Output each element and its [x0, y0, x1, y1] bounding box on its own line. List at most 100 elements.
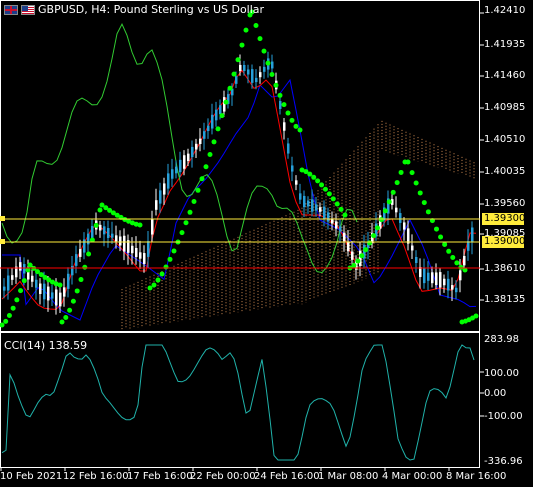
candle-body	[427, 272, 430, 281]
candle-body	[335, 221, 338, 229]
candle-body	[407, 228, 410, 244]
psar-dot	[355, 258, 361, 264]
psar-dot	[27, 262, 33, 268]
candle-body	[415, 257, 418, 263]
psar-dot	[473, 313, 479, 319]
candle-body	[195, 143, 198, 150]
candle-body	[399, 213, 402, 223]
psar-dot	[311, 174, 317, 180]
psar-dot	[438, 234, 444, 240]
psar-dot	[326, 191, 332, 197]
psar-dot	[375, 225, 380, 231]
candle-body	[287, 143, 290, 154]
candle-body	[99, 224, 102, 231]
candle-body	[279, 101, 282, 109]
psar-dot	[93, 222, 99, 228]
psar-dot	[67, 307, 73, 313]
psar-dot	[74, 288, 80, 294]
time-label: 4 Mar 00:00	[382, 471, 443, 482]
symbol-title: GBPUSD, H4: Pound Sterling vs US Dollar	[38, 3, 265, 16]
candle-body	[191, 146, 194, 158]
psar-dot	[223, 99, 229, 105]
candle-body	[251, 69, 254, 83]
psar-dot	[183, 220, 189, 226]
candle-body	[315, 204, 318, 211]
candle-body	[303, 195, 306, 208]
candle-body	[3, 286, 6, 291]
candle-body	[203, 131, 206, 139]
cci-label: CCI(14) 138.59	[4, 339, 88, 352]
candle-body	[83, 239, 86, 253]
psar-dot	[421, 200, 427, 206]
psar-dot	[235, 57, 241, 63]
price-label: 1.40985	[484, 102, 526, 113]
candle-body	[431, 272, 434, 284]
time-label: 22 Feb 00:00	[190, 471, 256, 482]
candle-body	[51, 292, 54, 299]
psar-dot	[70, 298, 76, 304]
psar-dot	[269, 72, 275, 78]
candle-body	[347, 241, 350, 252]
candle-body	[295, 180, 298, 185]
psar-dot	[59, 319, 65, 325]
price-label: 1.42410	[484, 5, 526, 16]
psar-dot	[417, 190, 423, 196]
candle-body	[183, 155, 186, 169]
psar-dot	[338, 206, 344, 212]
psar-dot	[398, 169, 404, 175]
psar-dot	[253, 23, 259, 29]
psar-dot	[57, 282, 63, 288]
psar-dot	[409, 170, 415, 176]
psar-dot	[359, 253, 365, 259]
kijun-sen-line	[2, 78, 477, 321]
bid-marker	[0, 239, 5, 244]
candle-body	[423, 268, 426, 284]
candle-body	[299, 193, 302, 200]
candle-body	[443, 278, 446, 286]
time-label: 1 Mar 08:00	[318, 471, 379, 482]
candle-body	[403, 222, 406, 230]
psar-dot	[277, 92, 283, 98]
psar-dot	[63, 315, 69, 321]
candle-body	[459, 270, 462, 281]
candle-body	[467, 241, 470, 251]
psar-dot	[151, 282, 157, 288]
psar-dot	[382, 208, 388, 214]
psar-dot	[367, 240, 373, 246]
price-label: 1.41460	[484, 70, 526, 81]
candle-body	[447, 278, 450, 291]
psar-dot	[243, 27, 249, 33]
price-label: 1.38610	[484, 263, 526, 274]
candle-body	[151, 219, 154, 235]
candle-body	[47, 286, 50, 301]
candle-body	[411, 245, 414, 251]
candle-body	[143, 253, 146, 264]
candle-body	[147, 241, 150, 257]
candle-body	[463, 255, 466, 266]
candle-body	[395, 207, 398, 213]
gb-flag-icon	[4, 4, 18, 15]
psar-dot	[446, 248, 452, 254]
bid-price-tag: 1.39000	[482, 236, 526, 248]
candle-body	[19, 262, 22, 271]
cci-axis-label: -336.96	[484, 456, 523, 467]
us-flag-icon	[21, 4, 35, 15]
psar-dot	[187, 209, 193, 215]
psar-dot	[211, 139, 217, 145]
price-chart[interactable]	[0, 0, 533, 487]
candle-body	[179, 159, 182, 173]
cci-panel-frame	[0, 332, 480, 468]
psar-dot	[425, 209, 431, 215]
cci-axis-label: 100.00	[484, 368, 519, 379]
chart-title: GBPUSD, H4: Pound Sterling vs US Dollar	[4, 3, 264, 16]
psar-dot	[159, 271, 165, 277]
ask-price-tag: 1.39300	[482, 213, 526, 225]
psar-dot	[179, 230, 185, 236]
candle-body	[67, 273, 70, 289]
candle-body	[451, 285, 454, 290]
cci-line	[1, 344, 475, 461]
psar-dot	[163, 264, 169, 270]
candle-body	[171, 169, 174, 179]
candle-body	[79, 249, 82, 257]
candle-body	[155, 200, 158, 210]
